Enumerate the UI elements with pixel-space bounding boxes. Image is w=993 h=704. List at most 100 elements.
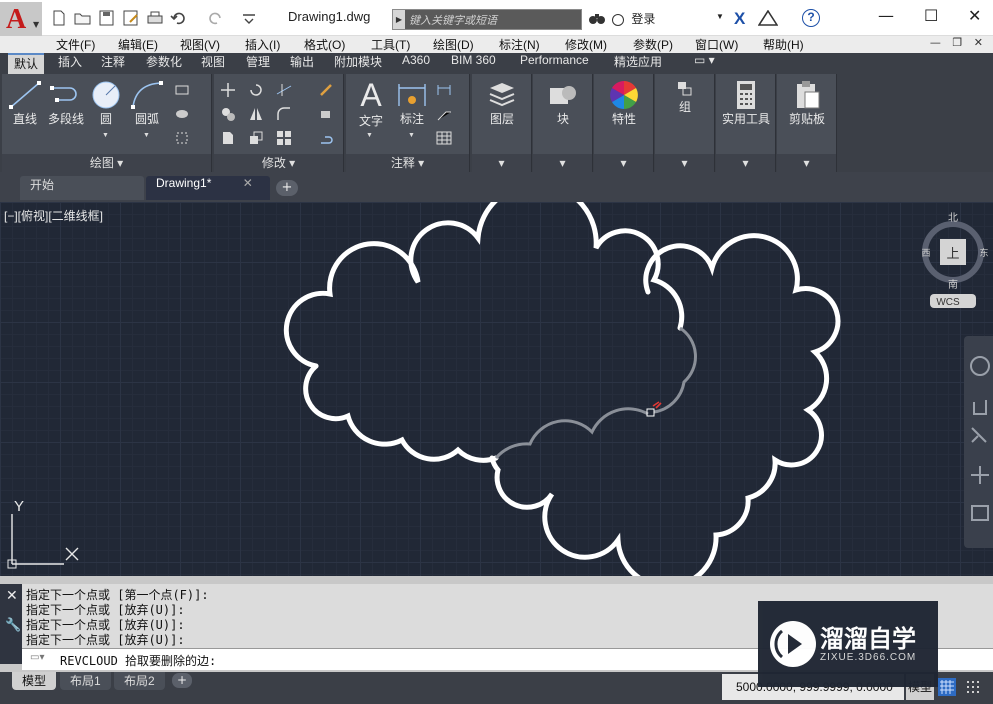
tab-start[interactable]: 开始	[20, 176, 144, 200]
command-customize-icon[interactable]: ▭▾	[30, 652, 50, 666]
chevron-down-icon[interactable]: ▾	[594, 154, 653, 172]
offset-icon[interactable]	[318, 130, 334, 146]
explode-icon[interactable]	[318, 106, 334, 122]
layers-button[interactable]: 图层	[482, 80, 522, 127]
chevron-down-icon[interactable]: ▼	[102, 132, 109, 139]
autodesk-exchange-icon[interactable]: X	[734, 9, 745, 29]
binoculars-icon[interactable]	[588, 11, 606, 28]
redo-icon[interactable]	[206, 10, 224, 26]
boundary-icon[interactable]	[174, 130, 190, 146]
properties-panel[interactable]: 特性 ▾	[594, 74, 654, 172]
open-folder-icon[interactable]	[74, 10, 92, 26]
chevron-down-icon[interactable]: ▼	[366, 132, 373, 139]
close-icon[interactable]: ✕	[243, 176, 253, 190]
snap-mode-icon[interactable]	[964, 678, 982, 696]
menu-help[interactable]: 帮助(H)	[763, 36, 804, 53]
undo-icon[interactable]	[170, 10, 188, 26]
layout-tab-layout1[interactable]: 布局1	[60, 672, 111, 690]
tab-featured-apps[interactable]: 精选应用	[608, 53, 668, 74]
block-button[interactable]: 块	[543, 80, 583, 127]
line-tool-button[interactable]: 直线	[6, 80, 44, 127]
new-tab-button[interactable]: +	[276, 180, 298, 196]
tab-performance[interactable]: Performance	[514, 53, 595, 74]
erase-icon[interactable]	[318, 82, 334, 98]
minimize-button[interactable]: —	[878, 6, 894, 25]
menu-file[interactable]: 文件(F)	[56, 36, 95, 53]
layout-tab-layout2[interactable]: 布局2	[114, 672, 165, 690]
stretch-icon[interactable]	[220, 130, 236, 146]
draw-panel-title[interactable]: 绘图 ▾	[2, 154, 211, 172]
layers-panel[interactable]: 图层 ▾	[472, 74, 532, 172]
chevron-down-icon[interactable]: ▼	[143, 132, 150, 139]
leader-icon[interactable]	[436, 106, 452, 122]
hatch-icon[interactable]	[174, 106, 190, 122]
chevron-down-icon[interactable]: ▾	[777, 154, 836, 172]
tab-manage[interactable]: 管理	[240, 53, 276, 74]
trim-icon[interactable]	[276, 82, 292, 98]
a360-icon[interactable]	[757, 9, 779, 29]
move-icon[interactable]	[220, 82, 236, 98]
close-button[interactable]: ✕	[968, 6, 981, 25]
dimension-tool-button[interactable]: 标注 ▼	[394, 80, 430, 139]
linear-dim-icon[interactable]	[436, 82, 452, 98]
rotate-icon[interactable]	[248, 82, 264, 98]
application-menu-button[interactable]: A ▼	[0, 2, 42, 36]
close-icon[interactable]: ✕	[6, 588, 18, 604]
annotation-panel-title[interactable]: 注释 ▾	[346, 154, 469, 172]
chevron-right-icon[interactable]: ▶	[393, 10, 405, 29]
tab-view[interactable]: 视图	[195, 53, 231, 74]
maximize-button[interactable]: ☐	[924, 6, 938, 25]
chevron-down-icon[interactable]: ▾	[655, 154, 714, 172]
new-layout-button[interactable]: +	[172, 673, 192, 688]
arc-tool-button[interactable]: 圆弧 ▼	[128, 80, 166, 139]
customize-toolbar-icon[interactable]	[240, 10, 258, 26]
tab-a360[interactable]: A360	[396, 53, 436, 74]
tab-bim360[interactable]: BIM 360	[445, 53, 502, 74]
menu-modify[interactable]: 修改(M)	[565, 36, 607, 53]
tab-addins[interactable]: 附加模块	[328, 53, 388, 74]
tab-parametric[interactable]: 参数化	[140, 53, 188, 74]
rectangle-icon[interactable]	[174, 82, 190, 98]
menu-view[interactable]: 视图(V)	[180, 36, 220, 53]
viewcube[interactable]: 上 北 南 西 东 WCS	[918, 210, 989, 310]
tab-annotate[interactable]: 注释	[95, 53, 131, 74]
array-icon[interactable]	[276, 130, 292, 146]
command-window-handle[interactable]: ✕ 🔧	[0, 584, 22, 664]
clipboard-button[interactable]: 剪贴板	[783, 80, 831, 127]
menu-parametric[interactable]: 参数(P)	[633, 36, 673, 53]
properties-button[interactable]: 特性	[604, 80, 644, 127]
search-input[interactable]: ▶ 键入关键字或短语	[392, 9, 582, 30]
layout-tab-model[interactable]: 模型	[12, 672, 57, 690]
tab-output[interactable]: 输出	[284, 53, 320, 74]
menu-insert[interactable]: 插入(I)	[245, 36, 280, 53]
menu-tools[interactable]: 工具(T)	[371, 36, 410, 53]
scale-icon[interactable]	[248, 130, 264, 146]
print-icon[interactable]	[146, 10, 164, 26]
menu-edit[interactable]: 编辑(E)	[118, 36, 158, 53]
text-tool-button[interactable]: A 文字 ▼	[352, 78, 390, 139]
tab-insert[interactable]: 插入	[52, 53, 88, 74]
ribbon-display-toggle[interactable]: ▭ ▾	[688, 53, 721, 74]
modify-panel-title[interactable]: 修改 ▾	[214, 154, 343, 172]
chevron-down-icon[interactable]: ▼	[408, 132, 415, 139]
save-as-icon[interactable]	[122, 10, 140, 26]
document-window-controls[interactable]: — ❐ ✕	[930, 36, 987, 49]
menu-format[interactable]: 格式(O)	[304, 36, 345, 53]
menu-dimension[interactable]: 标注(N)	[499, 36, 540, 53]
circle-tool-button[interactable]: 圆 ▼	[88, 80, 124, 139]
chevron-down-icon[interactable]: ▾	[533, 154, 592, 172]
fillet-icon[interactable]	[276, 106, 292, 122]
help-button[interactable]: ?	[802, 9, 820, 27]
mirror-icon[interactable]	[248, 106, 264, 122]
menu-window[interactable]: 窗口(W)	[695, 36, 738, 53]
drawing-canvas[interactable]: [−][俯视][二维线框] Y 上 北 南 西 东 WCS	[0, 202, 993, 576]
block-panel[interactable]: 块 ▾	[533, 74, 593, 172]
sign-in-button[interactable]: 登录 ▼	[612, 10, 724, 27]
polyline-tool-button[interactable]: 多段线	[46, 80, 86, 127]
menu-draw[interactable]: 绘图(D)	[433, 36, 474, 53]
chevron-down-icon[interactable]: ▾	[716, 154, 775, 172]
new-file-icon[interactable]	[50, 10, 68, 26]
tab-home[interactable]: 默认	[8, 53, 45, 74]
group-panel[interactable]: 组 ▾	[655, 74, 715, 172]
copy-icon[interactable]	[220, 106, 236, 122]
